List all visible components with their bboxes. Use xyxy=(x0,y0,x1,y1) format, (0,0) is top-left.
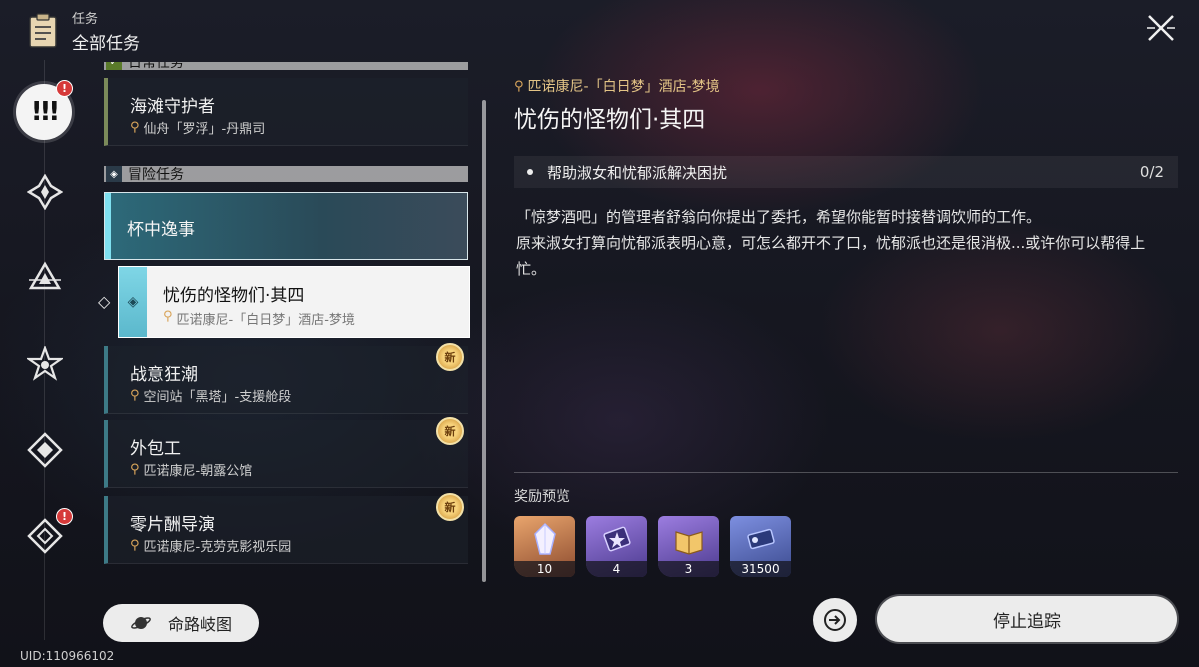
diamond-icon xyxy=(27,432,63,468)
detail-location: 匹诺康尼-「白日梦」酒店-梦境 xyxy=(527,79,720,95)
diamond-icon: ◈ xyxy=(119,267,147,337)
mission-title: 零片酬导演 xyxy=(130,515,215,535)
rail-adventure-button[interactable] xyxy=(25,344,65,384)
location-pin-icon: ⚲ xyxy=(163,309,173,324)
location-pin-icon: ⚲ xyxy=(130,388,140,403)
reward-item[interactable]: 31500 xyxy=(730,516,791,577)
credit-icon xyxy=(747,528,775,550)
rail-companion-button[interactable] xyxy=(25,258,65,298)
crystal-icon xyxy=(534,522,556,555)
mission-item[interactable]: 外包工 ⚲ 匹诺康尼-朝露公馆 新 xyxy=(104,417,468,488)
mission-description: 「惊梦酒吧」的管理者舒翁向你提出了委托，希望你能暂时接替调饮师的工作。 原来淑女… xyxy=(516,208,1146,278)
teleport-button[interactable] xyxy=(813,598,857,642)
reward-item[interactable]: 4 xyxy=(586,516,647,577)
list-scrollbar[interactable] xyxy=(482,100,486,582)
uid-label: UID:110966102 xyxy=(20,649,115,663)
mission-location: 仙舟「罗浮」-丹鼎司 xyxy=(143,122,266,137)
objective-row[interactable]: 帮助淑女和忧郁派解决困扰 0/2 xyxy=(514,156,1178,188)
mission-item[interactable]: 战意狂潮 ⚲ 空间站「黑塔」-支援舱段 新 xyxy=(104,343,468,414)
header-subtitle: 任务 xyxy=(72,12,99,27)
mission-title: 杯中逸事 xyxy=(127,220,195,240)
location-pin-icon: ⚲ xyxy=(130,538,140,553)
map-button-label: 命路岐图 xyxy=(167,615,232,634)
diamond-cross-icon xyxy=(27,518,63,554)
reward-label: 奖励预览 xyxy=(514,489,570,505)
exclamation-icon: !!! xyxy=(30,97,61,127)
clipboard-icon xyxy=(29,13,57,48)
check-icon: ✓ xyxy=(106,62,122,70)
mission-item[interactable]: 零片酬导演 ⚲ 匹诺康尼-克劳克影视乐园 新 xyxy=(104,493,468,564)
mission-location: 匹诺康尼-克劳克影视乐园 xyxy=(143,540,292,555)
reward-item[interactable]: 10 xyxy=(514,516,575,577)
reward-list: 10 4 3 31500 xyxy=(514,516,791,577)
map-button[interactable]: 命路岐图 xyxy=(103,604,259,642)
rail-daily-button[interactable] xyxy=(25,430,65,470)
book-icon xyxy=(675,531,703,555)
bullet-icon xyxy=(527,169,533,175)
new-badge: 新 xyxy=(436,343,464,371)
diamond-star-icon xyxy=(27,174,63,210)
enter-arrow-icon xyxy=(824,609,846,631)
selection-arrow-icon: ◇ xyxy=(98,292,111,311)
divider xyxy=(514,472,1178,473)
new-badge: 新 xyxy=(436,417,464,445)
planet-icon xyxy=(131,617,151,629)
location-pin-icon: ⚲ xyxy=(514,78,524,94)
category-header-daily: ✓ 日常任务 xyxy=(104,62,468,71)
close-icon[interactable] xyxy=(1145,12,1177,44)
rail-trailblaze-button[interactable] xyxy=(25,172,65,212)
mission-group-item[interactable]: 杯中逸事 xyxy=(104,192,468,260)
page-title: 全部任务 xyxy=(72,34,140,54)
objective-progress: 0/2 xyxy=(1139,163,1164,181)
new-badge: 新 xyxy=(436,493,464,521)
notification-badge: ! xyxy=(56,80,73,97)
mission-title: 战意狂潮 xyxy=(130,365,198,385)
reward-item[interactable]: 3 xyxy=(658,516,719,577)
mission-location: 匹诺康尼-「白日梦」酒店-梦境 xyxy=(176,313,355,328)
triangle-icon xyxy=(28,261,62,290)
mission-title: 忧伤的怪物们·其四 xyxy=(163,286,305,306)
notification-badge: ! xyxy=(56,508,73,525)
location-pin-icon: ⚲ xyxy=(130,120,140,135)
mission-location: 空间站「黑塔」-支援舱段 xyxy=(143,390,292,405)
mission-item[interactable]: 海滩守护者 ⚲ 仙舟「罗浮」-丹鼎司 xyxy=(104,78,468,146)
location-pin-icon: ⚲ xyxy=(130,462,140,477)
mission-title: 外包工 xyxy=(130,439,181,459)
battle-record-icon xyxy=(603,526,631,552)
mission-location: 匹诺康尼-朝露公馆 xyxy=(143,464,253,479)
detail-title: 忧伤的怪物们·其四 xyxy=(514,107,706,133)
category-header-adventure: ◈ 冒险任务 xyxy=(104,166,468,183)
page-header: 任务 全部任务 xyxy=(28,8,140,54)
adventure-category-icon: ◈ xyxy=(106,166,122,182)
mission-item-selected[interactable]: ◈ 忧伤的怪物们·其四 ⚲ 匹诺康尼-「白日梦」酒店-梦境 xyxy=(118,266,470,338)
stop-tracking-button[interactable]: 停止追踪 xyxy=(877,596,1177,642)
objective-text: 帮助淑女和忧郁派解决困扰 xyxy=(547,163,728,182)
star-icon xyxy=(27,346,63,381)
mission-title: 海滩守护者 xyxy=(130,97,215,117)
mission-list[interactable]: ✓ 日常任务 海滩守护者 ⚲ 仙舟「罗浮」-丹鼎司 ◈ 冒险任务 杯中逸事 ◈ … xyxy=(104,62,470,572)
